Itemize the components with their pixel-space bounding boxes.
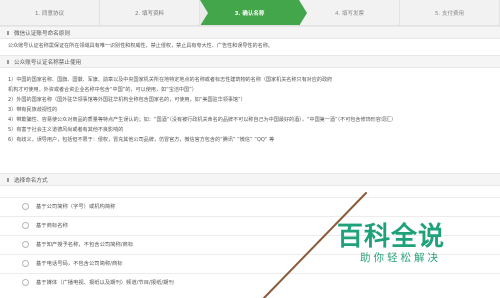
watermark-logo: 百科全说 助你轻松解决: [337, 216, 497, 276]
watermark-title: 百科全说: [337, 222, 446, 252]
watermark-subtitle: 助你轻松解决: [360, 252, 441, 264]
